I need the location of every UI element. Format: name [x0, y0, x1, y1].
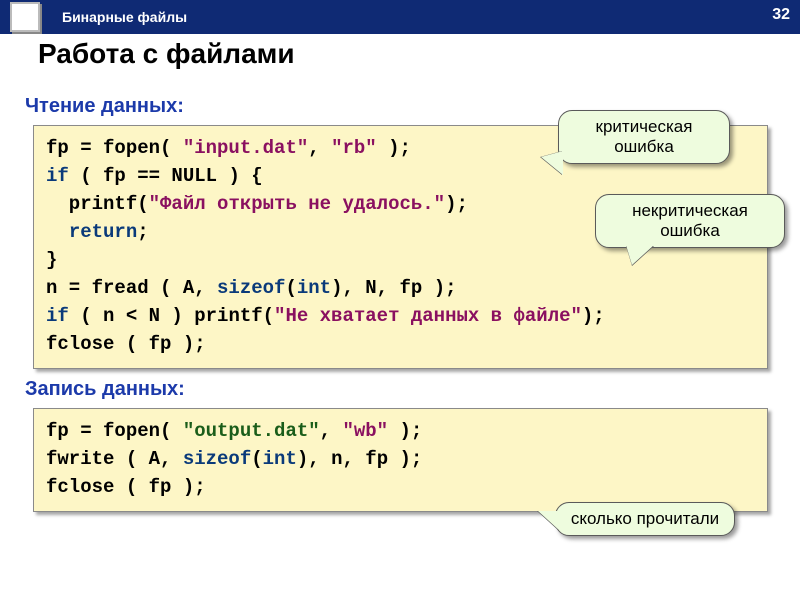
code-text-write: fp = fopen( "output.dat", "wb" ); fwrite…: [46, 417, 755, 501]
callout-critical-error: критическая ошибка: [558, 110, 730, 164]
page-title: Работа с файлами: [38, 38, 295, 70]
section-heading-read: Чтение данных:: [25, 95, 184, 118]
breadcrumb: Бинарные файлы: [62, 9, 187, 25]
callout-noncritical-error: некритическая ошибка: [595, 194, 785, 248]
slide-number: 32: [772, 6, 790, 24]
code-block-write: fp = fopen( "output.dat", "wb" ); fwrite…: [33, 408, 768, 512]
slide-header: Бинарные файлы 32: [0, 0, 800, 34]
section-heading-write: Запись данных:: [25, 378, 185, 401]
callout-read-count: сколько прочитали: [555, 502, 735, 536]
header-decor-square: [10, 2, 40, 32]
